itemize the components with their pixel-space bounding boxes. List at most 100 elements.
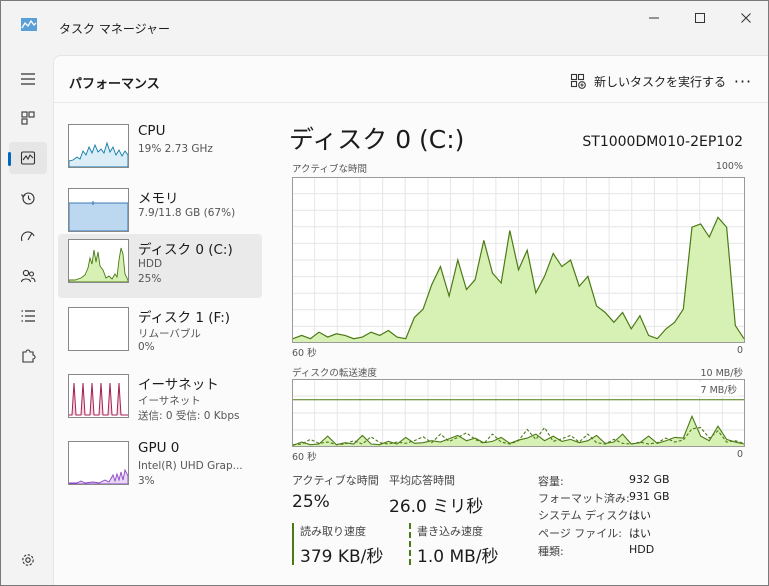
cpu-thumbnail: [68, 124, 129, 168]
nav-settings[interactable]: [9, 544, 47, 576]
sidebar-item-disk-1[interactable]: ディスク 1 (F:) リムーバブル 0%: [58, 302, 262, 366]
cpu-thumbnail-area: [69, 141, 128, 167]
history-icon: [21, 192, 35, 205]
nav-details[interactable]: [9, 300, 47, 332]
nav-services[interactable]: [9, 340, 47, 372]
active-time-chart: [292, 177, 745, 343]
nav-performance[interactable]: [8, 142, 47, 174]
close-icon: [741, 13, 751, 23]
header-divider: [54, 102, 768, 103]
gpu-0-thumbnail-line: [69, 468, 128, 484]
transfer-chart-label: ディスクの転送速度: [292, 368, 377, 379]
nav-rail: [1, 55, 53, 585]
capacity-value: 932 GB: [629, 473, 670, 486]
disk-1-type: リムーバブル: [138, 328, 201, 340]
speedometer-icon: [20, 231, 35, 242]
hamburger-menu-button[interactable]: [9, 63, 47, 95]
ethernet-thumbnail: [68, 374, 129, 418]
read-speed-legend-bar: [292, 523, 294, 565]
close-button[interactable]: [723, 6, 768, 30]
active-time-value: 25%: [292, 492, 330, 512]
avg-response-value: 26.0 ミリ秒: [389, 497, 484, 517]
transfer-chart-time-span: 60 秒: [292, 452, 317, 463]
nav-app-history[interactable]: [9, 182, 47, 214]
nav-startup-apps[interactable]: [9, 221, 47, 253]
disk-model: ST1000DM010-2EP102: [582, 134, 743, 150]
transfer-rate-chart: [292, 379, 745, 447]
read-speed-label: 読み取り速度: [300, 525, 366, 538]
disk-1-name: ディスク 1 (F:): [138, 310, 231, 326]
more-options-icon: ···: [733, 71, 753, 91]
hamburger-icon: [21, 73, 35, 85]
active-time-label: アクティブな時間: [292, 474, 379, 487]
transfer-chart-max: 10 MB/秒: [700, 368, 743, 379]
list-icon: [21, 310, 35, 322]
ethernet-type: イーサネット: [138, 395, 201, 407]
memory-thumbnail: [68, 188, 129, 232]
disk-type-label: 種類:: [538, 545, 564, 558]
minimize-button[interactable]: [631, 6, 677, 30]
gpu-0-name: GPU 0: [138, 440, 180, 456]
page-file-value: はい: [629, 527, 651, 540]
active-time-chart-min: 0: [737, 345, 744, 356]
ethernet-throughput: 送信: 0 受信: 0 Kbps: [138, 410, 240, 422]
performance-panel: パフォーマンス 新しいタスクを実行する ··· CPU 19% 2.73 GHz: [53, 55, 768, 585]
disk-type-value: HDD: [629, 543, 655, 556]
title-bar[interactable]: タスク マネージャー: [1, 1, 768, 41]
memory-thumbnail-fill: [69, 202, 128, 231]
write-speed-label: 書き込み速度: [417, 525, 483, 538]
disk-1-usage: 0%: [138, 341, 155, 353]
detail-title: ディスク 0 (C:): [289, 125, 465, 154]
cpu-name: CPU: [138, 123, 166, 139]
active-time-chart-label: アクティブな時間: [292, 164, 367, 175]
maximize-icon: [695, 13, 705, 23]
capacity-label: 容量:: [538, 475, 564, 488]
performance-icon: [20, 151, 36, 165]
formatted-label: フォーマット済み:: [538, 492, 630, 505]
nav-users[interactable]: [9, 260, 47, 292]
memory-usage: 7.9/11.8 GB (67%): [138, 207, 236, 219]
processes-icon: [21, 111, 35, 125]
more-options-button[interactable]: ···: [730, 71, 756, 91]
gpu-0-thumbnail: [68, 441, 129, 485]
system-disk-value: はい: [629, 509, 651, 522]
gpu-0-model: Intel(R) UHD Grap...: [138, 460, 243, 472]
write-speed-value: 1.0 MB/秒: [417, 547, 499, 567]
run-new-task-button[interactable]: 新しいタスクを実行する: [570, 71, 726, 91]
puzzle-icon: [22, 349, 36, 363]
new-task-icon: [570, 73, 586, 89]
write-speed-legend-bar: [409, 523, 411, 565]
active-time-chart-time-span: 60 秒: [292, 348, 317, 359]
sidebar-item-gpu-0[interactable]: GPU 0 Intel(R) UHD Grap... 3%: [58, 436, 262, 500]
minimize-icon: [649, 17, 659, 19]
gpu-0-usage: 3%: [138, 475, 155, 487]
run-new-task-label: 新しいタスクを実行する: [594, 74, 727, 89]
sidebar-item-disk-0[interactable]: ディスク 0 (C:) HDD 25%: [58, 234, 262, 298]
task-manager-app-icon: [21, 18, 37, 31]
window-title: タスク マネージャー: [59, 22, 170, 36]
nav-processes[interactable]: [9, 102, 47, 134]
avg-response-label: 平均応答時間: [389, 474, 455, 487]
gear-icon: [22, 554, 34, 566]
disk-0-type: HDD: [138, 258, 163, 270]
disk-0-usage: 25%: [138, 273, 162, 285]
page-file-label: ページ ファイル:: [538, 527, 622, 540]
read-speed-value: 379 KB/秒: [300, 547, 384, 567]
memory-name: メモリ: [138, 191, 179, 207]
transfer-chart-min: 0: [737, 449, 744, 460]
disk-1-thumbnail: [68, 307, 129, 351]
sidebar-item-ethernet[interactable]: イーサネット イーサネット 送信: 0 受信: 0 Kbps: [58, 369, 262, 433]
disk-0-name: ディスク 0 (C:): [138, 242, 233, 258]
transfer-chart-marker: 7 MB/秒: [698, 382, 739, 396]
sidebar-item-cpu[interactable]: CPU 19% 2.73 GHz: [58, 119, 262, 183]
users-icon: [20, 269, 36, 283]
task-manager-window: タスク マネージャー パフォーマンス 新しいタスクを実行する ··· CPU 1…: [0, 0, 769, 586]
page-title: パフォーマンス: [69, 77, 160, 92]
cpu-usage: 19% 2.73 GHz: [138, 143, 213, 155]
formatted-value: 931 GB: [629, 490, 670, 503]
ethernet-thumbnail-line: [69, 382, 128, 416]
ethernet-name: イーサネット: [138, 377, 219, 393]
system-disk-label: システム ディスク:: [538, 509, 633, 522]
maximize-button[interactable]: [677, 6, 723, 30]
active-time-chart-max: 100%: [715, 161, 743, 172]
